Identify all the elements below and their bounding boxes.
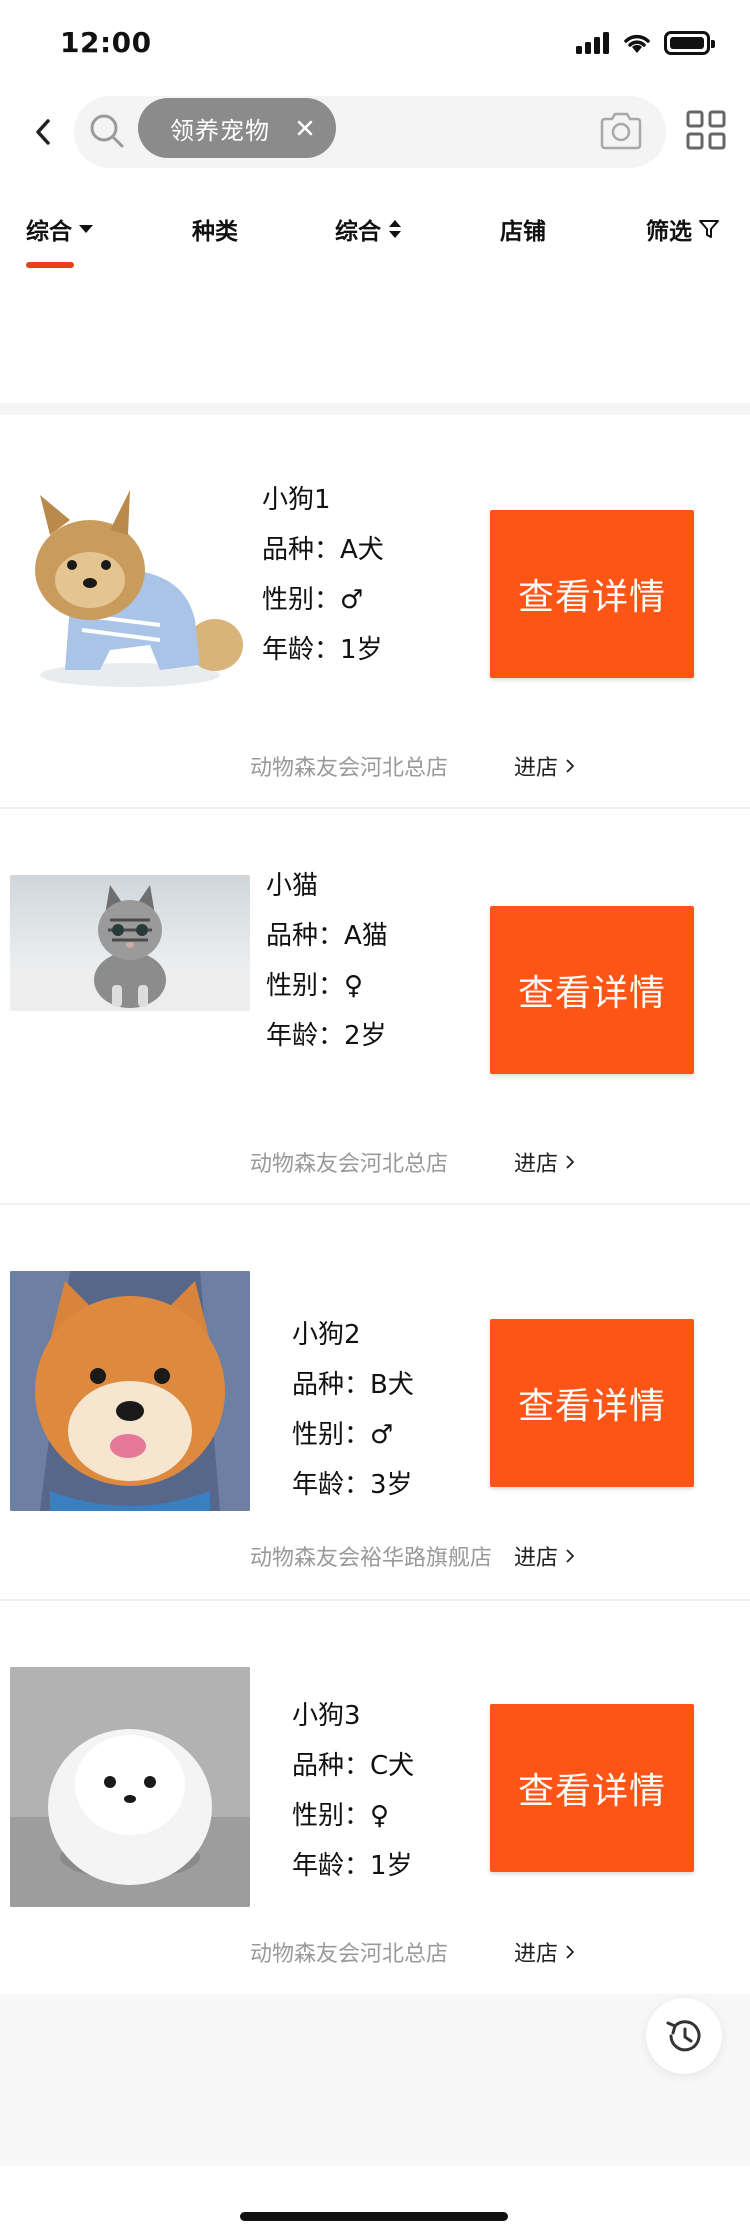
tab-store[interactable]: 店铺 (500, 206, 546, 252)
battery-icon (664, 31, 715, 55)
pet-breed: 品种：B犬 (292, 1370, 414, 1400)
grid-view-icon[interactable] (686, 110, 726, 150)
tab-label: 店铺 (500, 219, 546, 245)
pet-name: 小狗2 (292, 1320, 361, 1350)
pet-info: 小狗2 品种：B犬 性别：♂ 年龄：3岁 (292, 1310, 414, 1510)
view-details-button[interactable]: 查看详情 (490, 906, 694, 1074)
pet-info: 小狗3 品种：C犬 性别：♀ 年龄：1岁 (292, 1691, 414, 1891)
tab-label: 综合 (26, 219, 72, 245)
shop-name: 动物森友会河北总店 (250, 1942, 449, 1967)
pet-card: 小猫 品种：A猫 性别：♀ 年龄：2岁 查看详情 动物森友会河北总店 进店 (0, 809, 750, 1203)
status-icons (576, 28, 715, 58)
tab-filter[interactable]: 筛选 (646, 206, 720, 252)
list-end-area (0, 1994, 750, 2166)
back-button[interactable] (26, 112, 60, 152)
pet-breed: 品种：C犬 (292, 1751, 415, 1781)
enter-shop-label: 进店 (514, 1152, 559, 1177)
pet-age: 年龄：2岁 (266, 1021, 387, 1051)
pet-age: 年龄：3岁 (292, 1470, 413, 1500)
chevron-right-icon (566, 1945, 575, 1959)
pet-name: 小猫 (266, 871, 319, 901)
tab-label: 综合 (335, 219, 381, 245)
pet-gender: 性别：♂ (292, 1420, 394, 1450)
pet-info: 小狗1 品种：A犬 性别：♂ 年龄：1岁 (262, 475, 384, 675)
tab-label: 筛选 (646, 219, 692, 245)
pet-photo-dog2[interactable] (10, 1271, 250, 1511)
home-indicator (240, 2212, 508, 2221)
active-tab-indicator (26, 262, 74, 268)
camera-icon[interactable] (598, 110, 644, 152)
search-icon (90, 114, 124, 148)
shop-name: 动物森友会河北总店 (250, 756, 449, 781)
chevron-right-icon (566, 759, 575, 773)
pet-photo-cat[interactable] (10, 875, 250, 1011)
enter-shop-label: 进店 (514, 756, 559, 781)
pet-name: 小狗3 (292, 1701, 361, 1731)
enter-shop-label: 进店 (514, 1546, 559, 1571)
pet-photo-dog3[interactable] (10, 1667, 250, 1907)
enter-shop-link[interactable]: 进店 (514, 1146, 575, 1178)
shop-name: 动物森友会河北总店 (250, 1152, 449, 1177)
tab-overall-sort[interactable]: 综合 (26, 206, 94, 252)
pet-age: 年龄：1岁 (262, 635, 383, 665)
section-divider (0, 403, 750, 415)
signal-icon (576, 32, 609, 54)
view-details-button[interactable]: 查看详情 (490, 510, 694, 678)
pet-card: 小狗2 品种：B犬 性别：♂ 年龄：3岁 查看详情 动物森友会裕华路旗舰店 进店 (0, 1205, 750, 1599)
chevron-right-icon (566, 1549, 575, 1563)
filter-icon (698, 218, 720, 240)
tab-label: 种类 (192, 219, 238, 245)
pet-age: 年龄：1岁 (292, 1851, 413, 1881)
tab-overall[interactable]: 综合 (335, 206, 403, 252)
enter-shop-link[interactable]: 进店 (514, 750, 575, 782)
pet-name: 小狗1 (262, 485, 331, 515)
pet-gender: 性别：♂ (262, 585, 364, 615)
history-button[interactable] (646, 1998, 722, 2074)
view-details-button[interactable]: 查看详情 (490, 1319, 694, 1487)
enter-shop-label: 进店 (514, 1942, 559, 1967)
pet-gender: 性别：♀ (266, 971, 364, 1001)
enter-shop-link[interactable]: 进店 (514, 1936, 575, 1968)
wifi-icon (624, 34, 650, 53)
filter-tabs: 综合 种类 综合 店铺 筛选 (0, 206, 750, 276)
chevron-right-icon (566, 1155, 575, 1169)
status-time: 12:00 (60, 26, 152, 59)
sort-icon (387, 219, 403, 239)
pet-breed: 品种：A犬 (262, 535, 384, 565)
close-icon (297, 120, 313, 136)
shop-name: 动物森友会裕华路旗舰店 (250, 1546, 493, 1571)
pet-info: 小猫 品种：A猫 性别：♀ 年龄：2岁 (266, 861, 388, 1061)
search-keyword-chip[interactable]: 领养宠物 (138, 98, 336, 158)
clear-keyword-button[interactable] (288, 111, 322, 145)
pet-photo-dog1[interactable] (10, 475, 250, 705)
pet-breed: 品种：A猫 (266, 921, 388, 951)
pet-card: 小狗1 品种：A犬 性别：♂ 年龄：1岁 查看详情 动物森友会河北总店 进店 (0, 415, 750, 807)
view-details-button[interactable]: 查看详情 (490, 1704, 694, 1872)
enter-shop-link[interactable]: 进店 (514, 1540, 575, 1572)
caret-down-icon (78, 224, 94, 234)
history-icon (666, 2020, 701, 2052)
tab-category[interactable]: 种类 (192, 206, 238, 252)
chevron-left-icon (36, 119, 50, 145)
pet-card: 小狗3 品种：C犬 性别：♀ 年龄：1岁 查看详情 动物森友会河北总店 进店 (0, 1601, 750, 1994)
search-keyword-text: 领养宠物 (170, 116, 270, 145)
pet-gender: 性别：♀ (292, 1801, 390, 1831)
